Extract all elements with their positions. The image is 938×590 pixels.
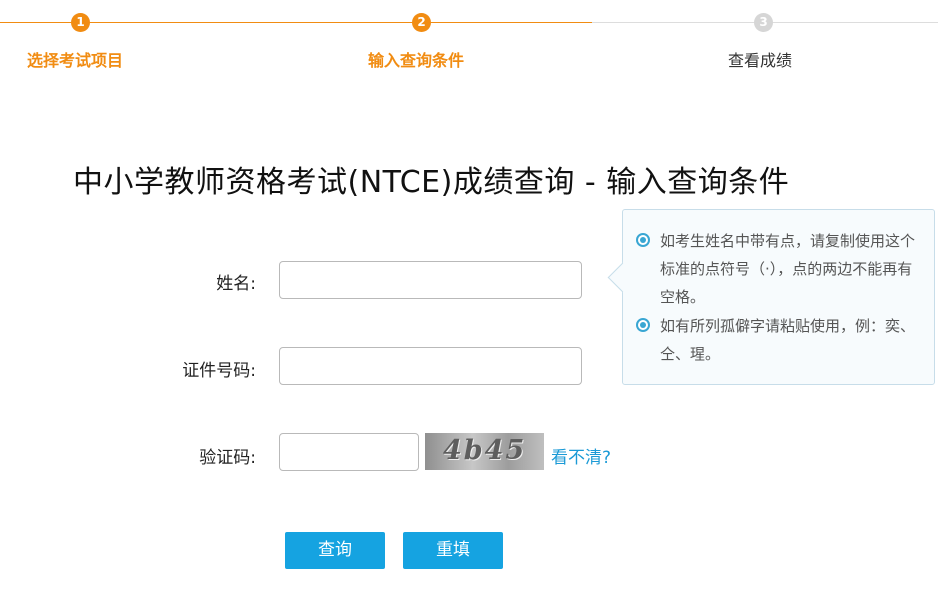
tooltip-arrow-icon: [607, 262, 638, 293]
captcha-image[interactable]: 4b45: [425, 433, 544, 470]
captcha-input[interactable]: [279, 433, 419, 471]
tips-tooltip: 如考生姓名中带有点，请复制使用这个标准的点符号（·），点的两边不能再有空格。 如…: [607, 209, 935, 385]
radio-bullet-icon: [636, 318, 650, 332]
progress-steps: 1 选择考试项目 2 输入查询条件 3 查看成绩: [0, 0, 938, 80]
step-1-number-icon: 1: [71, 13, 90, 32]
refresh-captcha-link[interactable]: 看不清?: [551, 443, 611, 468]
id-number-input[interactable]: [279, 347, 582, 385]
reset-button[interactable]: 重填: [403, 532, 503, 569]
step-1-label: 选择考试项目: [27, 51, 124, 70]
id-number-label: 证件号码:: [182, 361, 256, 381]
step-3-number-icon: 3: [754, 13, 773, 32]
name-label: 姓名:: [216, 274, 256, 294]
tip-item: 如有所列孤僻字请粘贴使用，例：奕、仝、瑆。: [636, 312, 926, 368]
tip-text: 如考生姓名中带有点，请复制使用这个标准的点符号（·），点的两边不能再有空格。: [660, 232, 916, 306]
captcha-image-text: 4b45: [443, 435, 527, 466]
tip-item: 如考生姓名中带有点，请复制使用这个标准的点符号（·），点的两边不能再有空格。: [636, 227, 926, 311]
step-3-label: 查看成绩: [728, 51, 793, 70]
name-input[interactable]: [279, 261, 582, 299]
step-2-number-icon: 2: [412, 13, 431, 32]
page-title: 中小学教师资格考试(NTCE)成绩查询 - 输入查询条件: [73, 165, 790, 200]
captcha-label: 验证码:: [199, 448, 256, 468]
tip-text: 如有所列孤僻字请粘贴使用，例：奕、仝、瑆。: [660, 317, 916, 363]
query-button[interactable]: 查询: [285, 532, 385, 569]
radio-bullet-icon: [636, 233, 650, 247]
step-2-label: 输入查询条件: [368, 51, 465, 70]
